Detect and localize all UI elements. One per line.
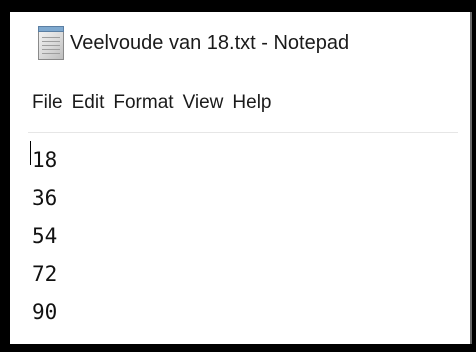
menu-edit[interactable]: Edit xyxy=(72,92,114,114)
notepad-window: Veelvoude van 18.txt - Notepad File Edit… xyxy=(10,12,472,344)
text-line: 18 xyxy=(32,148,58,172)
menu-file[interactable]: File xyxy=(32,92,72,114)
menu-bar: File Edit Format View Help xyxy=(10,90,470,116)
menu-format[interactable]: Format xyxy=(113,92,182,114)
title-bar[interactable]: Veelvoude van 18.txt - Notepad xyxy=(10,12,470,74)
text-lines: 18 36 54 72 90 xyxy=(32,141,57,331)
text-line: 90 xyxy=(32,300,58,324)
menu-view[interactable]: View xyxy=(183,92,233,114)
text-line: 54 xyxy=(32,224,58,248)
text-caret xyxy=(30,141,31,165)
notepad-icon-lines xyxy=(42,37,60,55)
window-title: Veelvoude van 18.txt - Notepad xyxy=(70,31,350,54)
text-line: 72 xyxy=(32,262,58,286)
text-line: 36 xyxy=(32,186,58,210)
notepad-icon-band xyxy=(38,26,64,32)
text-editor-area[interactable]: 18 36 54 72 90 xyxy=(28,132,458,338)
menu-help[interactable]: Help xyxy=(232,92,280,114)
notepad-icon xyxy=(36,25,66,61)
